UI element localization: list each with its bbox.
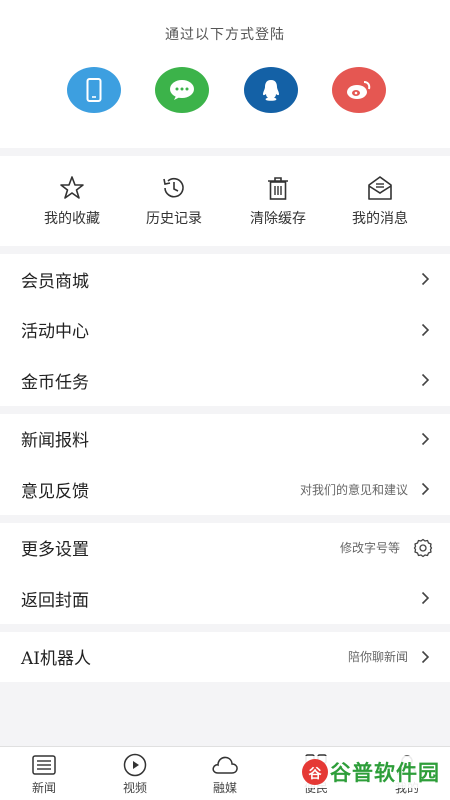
tab-news[interactable]: 新闻 bbox=[9, 753, 79, 796]
favorites-button[interactable]: 我的收藏 bbox=[22, 174, 122, 228]
watermark-logo: 谷 bbox=[302, 759, 328, 785]
menu-group-1: 会员商城 活动中心 金币任务 bbox=[0, 254, 450, 406]
menu-item-more-settings[interactable]: 更多设置 修改字号等 bbox=[0, 523, 450, 574]
chevron-right-icon bbox=[421, 273, 430, 286]
qq-icon bbox=[263, 80, 279, 101]
clear-cache-button[interactable]: 清除缓存 bbox=[228, 174, 328, 228]
menu-item-subtext: 陪你聊新闻 bbox=[347, 650, 408, 665]
messages-label: 我的消息 bbox=[352, 211, 408, 227]
tab-label: 融媒 bbox=[212, 781, 237, 795]
menu-item-label: 意见反馈 bbox=[21, 481, 89, 502]
mail-icon bbox=[368, 176, 392, 200]
weibo-login-button[interactable] bbox=[332, 67, 386, 113]
menu-item-feedback[interactable]: 意见反馈 对我们的意见和建议 bbox=[0, 464, 450, 515]
weibo-icon bbox=[347, 81, 371, 99]
menu-item-label: 返回封面 bbox=[21, 590, 89, 611]
gear-icon bbox=[413, 538, 433, 557]
menu-item-back-to-cover[interactable]: 返回封面 bbox=[0, 573, 450, 624]
qq-login-button[interactable] bbox=[244, 67, 298, 113]
chevron-right-icon bbox=[421, 374, 430, 387]
chevron-right-icon bbox=[421, 592, 430, 605]
history-icon bbox=[163, 177, 184, 198]
chevron-right-icon bbox=[421, 650, 430, 663]
menu-item-label: 新闻报料 bbox=[21, 431, 89, 452]
menu-item-coin-tasks[interactable]: 金币任务 bbox=[0, 355, 450, 406]
chevron-right-icon bbox=[421, 323, 430, 336]
news-list-icon bbox=[32, 755, 56, 775]
menu-item-label: 更多设置 bbox=[21, 540, 89, 561]
menu-group-3: 更多设置 修改字号等 返回封面 bbox=[0, 522, 450, 624]
wechat-icon bbox=[170, 80, 194, 100]
tab-label: 视频 bbox=[122, 781, 147, 795]
menu-item-label: 活动中心 bbox=[21, 322, 89, 343]
messages-button[interactable]: 我的消息 bbox=[330, 174, 430, 228]
menu-item-activity-center[interactable]: 活动中心 bbox=[0, 305, 450, 356]
history-label: 历史记录 bbox=[146, 211, 202, 227]
tab-media[interactable]: 融媒 bbox=[190, 753, 260, 796]
quick-actions: 我的收藏 历史记录 清除缓存 我的消息 bbox=[0, 156, 450, 246]
cloud-icon bbox=[212, 756, 238, 774]
favorites-label: 我的收藏 bbox=[44, 211, 100, 227]
wechat-login-button[interactable] bbox=[155, 67, 209, 113]
menu-item-label: 会员商城 bbox=[21, 271, 89, 292]
login-methods bbox=[0, 67, 450, 117]
menu-item-subtext: 对我们的意见和建议 bbox=[299, 482, 408, 497]
play-icon bbox=[123, 753, 147, 777]
login-panel: 通过以下方式登陆 bbox=[0, 0, 450, 148]
chevron-right-icon bbox=[421, 432, 430, 445]
menu-group-2: 新闻报料 意见反馈 对我们的意见和建议 bbox=[0, 413, 450, 515]
phone-login-button[interactable] bbox=[67, 67, 121, 113]
login-title: 通过以下方式登陆 bbox=[165, 27, 285, 43]
tab-video[interactable]: 视频 bbox=[100, 753, 170, 796]
menu-group-4: AI机器人 陪你聊新闻 bbox=[0, 631, 450, 683]
bottom-tab-bar: 新闻 视频 融媒 便民 我的 谷 谷普软件园 bbox=[0, 746, 450, 800]
star-icon bbox=[60, 176, 84, 199]
phone-icon bbox=[86, 78, 102, 102]
menu-item-news-tips[interactable]: 新闻报料 bbox=[0, 414, 450, 465]
menu-item-ai-robot[interactable]: AI机器人 陪你聊新闻 bbox=[0, 632, 450, 683]
chevron-right-icon bbox=[421, 483, 430, 496]
watermark-text: 谷普软件园 bbox=[330, 761, 440, 785]
clear-cache-label: 清除缓存 bbox=[250, 211, 306, 227]
menu-item-label: AI机器人 bbox=[21, 649, 91, 670]
menu-item-member-mall[interactable]: 会员商城 bbox=[0, 254, 450, 305]
trash-icon bbox=[268, 177, 288, 200]
menu-item-subtext: 修改字号等 bbox=[339, 541, 400, 556]
history-button[interactable]: 历史记录 bbox=[124, 174, 224, 228]
site-watermark: 谷 谷普软件园 bbox=[302, 756, 440, 788]
tab-label: 新闻 bbox=[31, 781, 56, 795]
menu-item-label: 金币任务 bbox=[21, 372, 89, 393]
